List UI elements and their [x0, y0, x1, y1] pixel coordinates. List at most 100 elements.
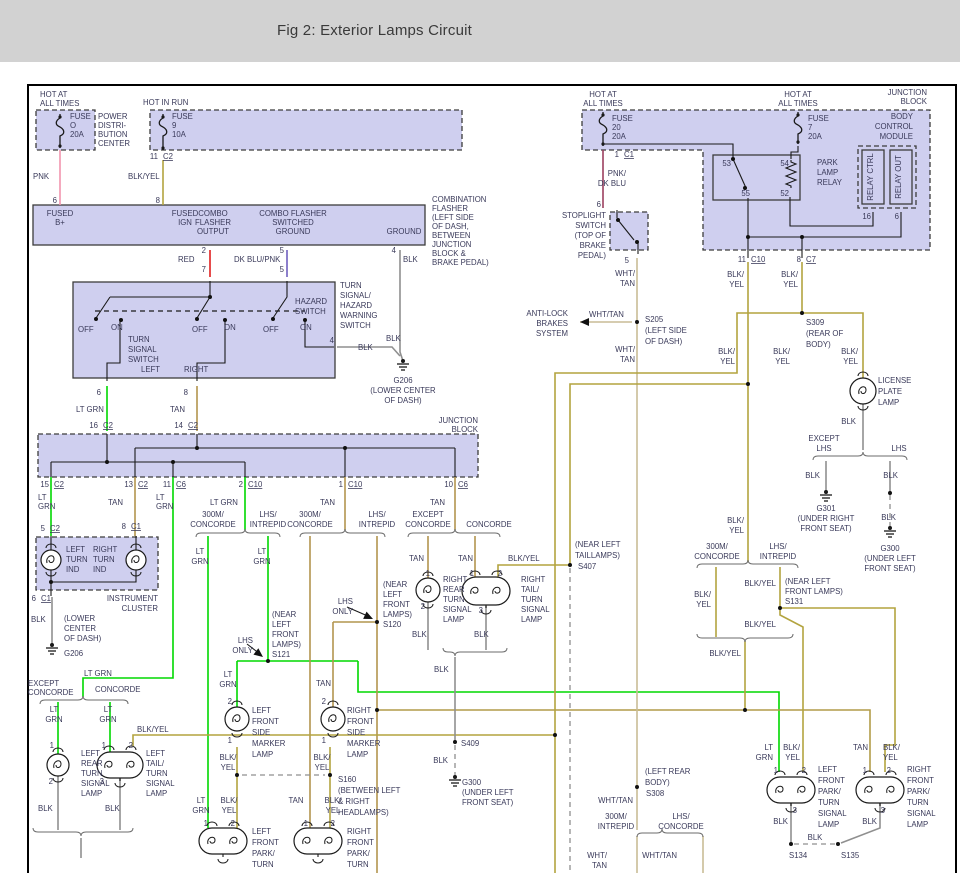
label: HOT AT [40, 90, 68, 99]
label: 11 [163, 480, 171, 489]
label: CONCORDE [405, 520, 450, 529]
label: CENTER [64, 624, 96, 633]
label: (NEAR [383, 580, 408, 589]
label: RIGHT [347, 827, 371, 836]
label: TURN [340, 281, 362, 290]
label: BLK [386, 334, 402, 343]
label: SIGNAL [907, 809, 936, 818]
label: TURN [818, 798, 840, 807]
label: SWITCHED [272, 218, 314, 227]
label: GRN [45, 715, 62, 724]
splice-dot [746, 235, 750, 239]
label: 2 [498, 569, 502, 578]
label: IGN [178, 218, 192, 227]
label: CLUSTER [122, 604, 159, 613]
label: 52 [780, 189, 789, 198]
label: 5 [280, 265, 285, 274]
label: G300 [880, 544, 900, 553]
label: BLK/ [841, 347, 859, 356]
splice-dot [568, 563, 572, 567]
label: LEFT [81, 749, 100, 758]
g300-ground-2-dot [453, 775, 457, 779]
g301-ground-dot [824, 490, 828, 494]
label: ON [111, 323, 123, 332]
label: FRONT [252, 717, 279, 726]
splice-dot [235, 773, 239, 777]
label: SWITCH [575, 221, 606, 230]
label: TURN [443, 595, 465, 604]
label: BLK [433, 756, 449, 765]
label: TURN [93, 555, 115, 564]
label: OF DASH) [64, 634, 102, 643]
label: SIGNAL [81, 779, 110, 788]
label: FUSED [47, 209, 74, 218]
label: IND [66, 565, 80, 574]
label: SIGNAL [128, 345, 157, 354]
label: YEL [883, 753, 898, 762]
label: 8 [184, 388, 188, 397]
label: ALL TIMES [40, 99, 79, 108]
label: LHS/ [368, 510, 386, 519]
label: (NEAR LEFT [785, 577, 831, 586]
splice-dot [105, 460, 109, 464]
label: 2 [228, 697, 232, 706]
wiring-diagram: HOT ATALL TIMESFUSEO20APOWERDISTRI-BUTIO… [27, 84, 957, 873]
label: BLK/ [220, 753, 238, 762]
label: BLK [31, 615, 47, 624]
label: 3 [479, 606, 483, 615]
label: FRONT SEAT) [864, 564, 916, 573]
label: 11 [738, 255, 746, 264]
fuse-9-10a-bottom [161, 146, 165, 150]
fuse-o-20a-top [58, 115, 62, 119]
label: ONLY [332, 607, 353, 616]
page: Fig 2: Exterior Lamps Circuit HOT AT ALL … [0, 0, 960, 873]
label: BLK/ [718, 347, 736, 356]
label: LEFT [252, 827, 271, 836]
label: YEL [729, 280, 744, 289]
label: C10 [248, 480, 263, 489]
label: 1 [322, 736, 326, 745]
label: LT [224, 670, 233, 679]
label: HOT IN RUN [143, 98, 188, 107]
label: YEL [785, 753, 800, 762]
label: 1 [470, 569, 474, 578]
label: PARK/ [252, 849, 276, 858]
label: BLK [805, 471, 821, 480]
label: EXCEPT [28, 679, 59, 688]
label: LEFT [141, 365, 160, 374]
label: FLASHER [432, 204, 468, 213]
label: SIGNAL [521, 605, 550, 614]
label: (UNDER RIGHT [798, 514, 855, 523]
label: BODY) [645, 778, 670, 787]
label: RIGHT [347, 706, 371, 715]
splice-dot [746, 382, 750, 386]
splice-dot [271, 317, 275, 321]
label: 10A [172, 130, 187, 139]
label: OF DASH, [432, 222, 469, 231]
splice-dot [343, 446, 347, 450]
label: TURN [146, 769, 168, 778]
label: SIGNAL/ [340, 291, 372, 300]
label: LAMPS) [383, 610, 412, 619]
splice-dot [49, 580, 53, 584]
label: TURN [66, 555, 88, 564]
label: (LEFT SIDE [645, 326, 687, 335]
label: BLK/YEL [744, 620, 776, 629]
label: BODY) [806, 340, 831, 349]
label: C6 [458, 480, 468, 489]
label: LEFT [252, 706, 271, 715]
label: INTREPID [359, 520, 396, 529]
label: WHT/ [587, 851, 608, 860]
label: S205 [645, 315, 664, 324]
label: MARKER [252, 739, 286, 748]
label: (NEAR [272, 610, 297, 619]
label: LT [50, 705, 59, 714]
label: CONCORDE [287, 520, 332, 529]
fuse-9-10a-top [161, 115, 165, 119]
label: LAMP [81, 789, 102, 798]
label: S160 [338, 775, 357, 784]
label: BLK [474, 630, 490, 639]
label: C2 [188, 421, 198, 430]
label: WARNING [340, 311, 377, 320]
label: HOT AT [589, 90, 617, 99]
